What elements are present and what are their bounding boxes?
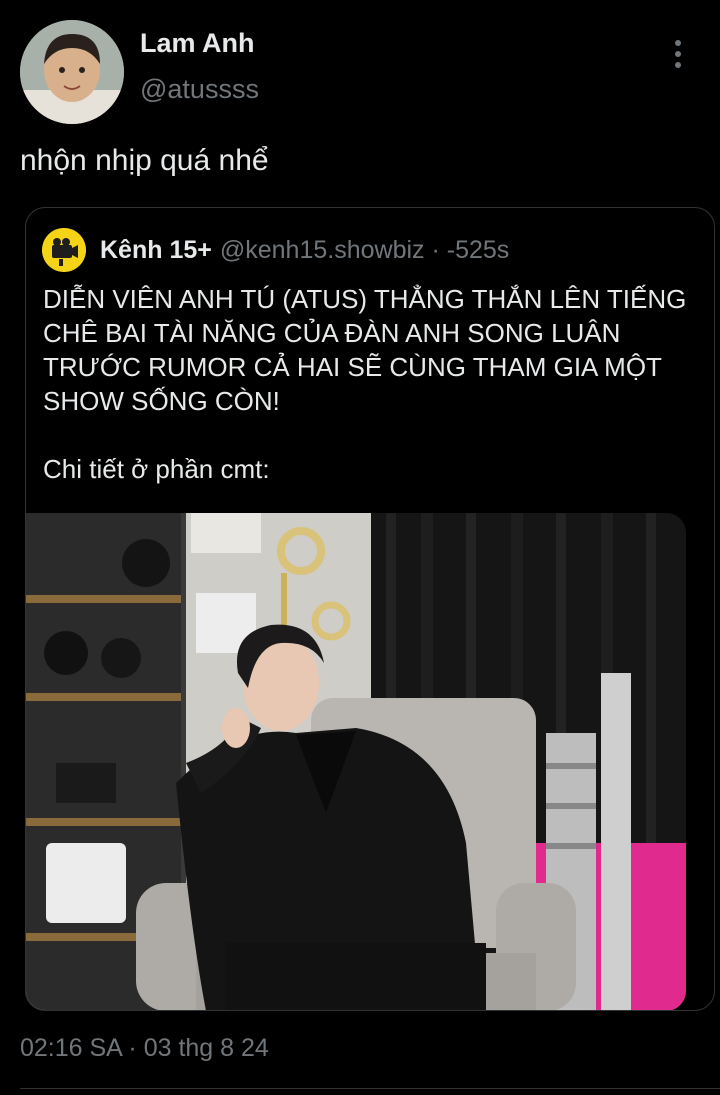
- tweet-text: nhộn nhịp quá nhể: [20, 144, 269, 177]
- divider: [20, 1088, 720, 1089]
- author-display-name[interactable]: Lam Anh: [140, 28, 255, 59]
- more-vertical-icon[interactable]: [664, 36, 692, 72]
- author-handle[interactable]: @atussss: [140, 74, 259, 105]
- quoted-tweet-photo[interactable]: [26, 513, 686, 1010]
- quoted-tweet-paragraph: Chi tiết ở phần cmt:: [43, 454, 270, 484]
- quoted-author-meta: @kenh15.showbiz · -525s: [219, 235, 510, 264]
- tweet-timestamp[interactable]: 02:16 SA · 03 thg 8 24: [20, 1034, 269, 1063]
- author-avatar[interactable]: [20, 20, 124, 124]
- quoted-tweet-header: Kênh 15+ @kenh15.showbiz · -525s: [42, 228, 509, 272]
- quoted-tweet-paragraph: DIỄN VIÊN ANH TÚ (ATUS) THẲNG THẮN LÊN T…: [43, 284, 687, 416]
- quoted-tweet-card[interactable]: Kênh 15+ @kenh15.showbiz · -525s DIỄN VI…: [25, 207, 715, 1011]
- quoted-author-avatar[interactable]: [42, 228, 86, 272]
- quoted-tweet-text: DIỄN VIÊN ANH TÚ (ATUS) THẲNG THẮN LÊN T…: [43, 282, 693, 486]
- quoted-author-name[interactable]: Kênh 15+: [100, 236, 212, 265]
